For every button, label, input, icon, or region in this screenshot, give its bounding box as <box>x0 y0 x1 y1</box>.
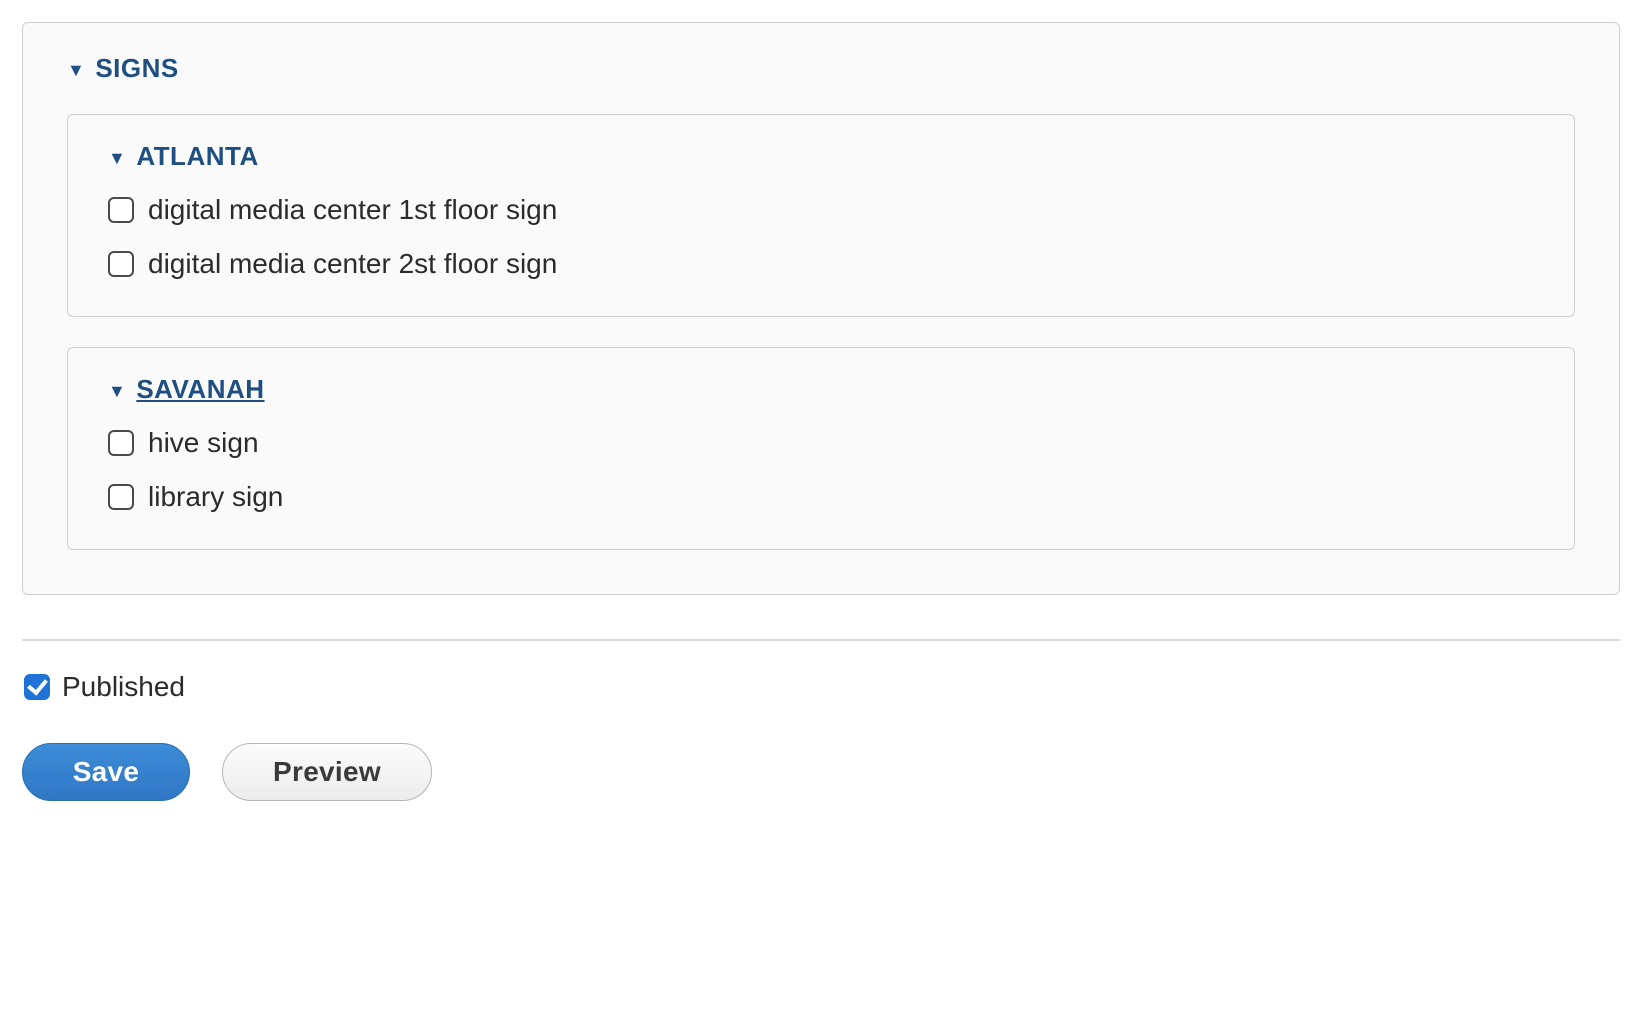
button-row: Save Preview <box>22 743 1620 801</box>
group-savanah-toggle[interactable]: ▼ SAVANAH <box>108 374 1534 405</box>
sign-item-label: digital media center 1st floor sign <box>148 194 557 226</box>
chevron-down-icon: ▼ <box>67 61 85 79</box>
sign-item-checkbox[interactable] <box>108 484 134 510</box>
signs-panel: ▼ SIGNS ▼ ATLANTA digital media center 1… <box>22 22 1620 595</box>
signs-toggle[interactable]: ▼ SIGNS <box>67 53 1575 84</box>
group-atlanta-label: ATLANTA <box>136 141 258 172</box>
save-button-label: Save <box>73 756 140 788</box>
preview-button[interactable]: Preview <box>222 743 432 801</box>
published-checkbox[interactable] <box>24 674 50 700</box>
sign-item-checkbox[interactable] <box>108 430 134 456</box>
group-savanah-label: SAVANAH <box>136 374 264 405</box>
published-label: Published <box>62 671 185 703</box>
chevron-down-icon: ▼ <box>108 382 126 400</box>
sign-item: library sign <box>108 481 1534 513</box>
preview-button-label: Preview <box>273 756 381 788</box>
published-row: Published <box>24 671 1620 703</box>
chevron-down-icon: ▼ <box>108 149 126 167</box>
save-button[interactable]: Save <box>22 743 190 801</box>
sign-item: digital media center 2st floor sign <box>108 248 1534 280</box>
sign-item: digital media center 1st floor sign <box>108 194 1534 226</box>
group-savanah-panel: ▼ SAVANAH hive sign library sign <box>67 347 1575 550</box>
signs-header-label: SIGNS <box>95 53 178 84</box>
sign-item-label: library sign <box>148 481 283 513</box>
group-atlanta-toggle[interactable]: ▼ ATLANTA <box>108 141 1534 172</box>
sign-item-label: hive sign <box>148 427 259 459</box>
divider <box>22 639 1620 641</box>
sign-item-label: digital media center 2st floor sign <box>148 248 557 280</box>
sign-item: hive sign <box>108 427 1534 459</box>
sign-item-checkbox[interactable] <box>108 197 134 223</box>
group-atlanta-panel: ▼ ATLANTA digital media center 1st floor… <box>67 114 1575 317</box>
sign-item-checkbox[interactable] <box>108 251 134 277</box>
